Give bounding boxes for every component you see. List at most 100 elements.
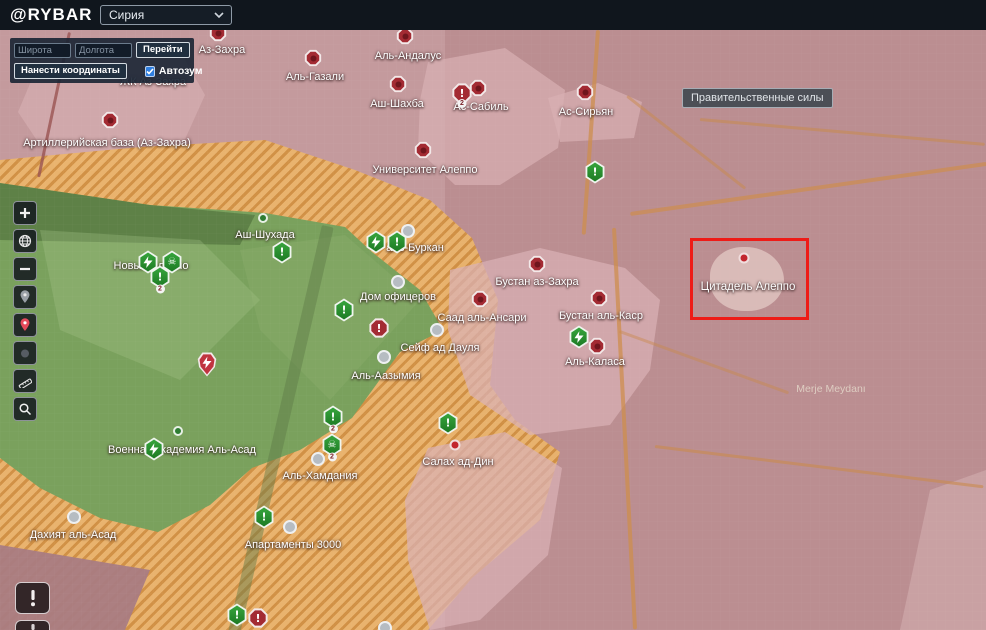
red-octagon-marker[interactable] (415, 142, 432, 159)
region-select-value: Сирия (109, 8, 144, 22)
map-label: Merje Meydanı (796, 383, 865, 395)
road-northeast (700, 118, 985, 146)
road-southeast (655, 445, 984, 488)
red-dot-marker[interactable] (450, 440, 461, 451)
road-minor (619, 330, 789, 394)
red-octagon-marker[interactable] (305, 50, 322, 67)
red-octagon-marker[interactable] (390, 76, 407, 93)
green-alert-marker[interactable]: ! (585, 161, 606, 184)
neutral-marker[interactable] (430, 323, 444, 337)
red-octagon-marker[interactable] (529, 256, 546, 273)
red-octagon-marker[interactable] (577, 84, 594, 101)
road-east-west (630, 162, 986, 216)
neutral-marker[interactable] (378, 621, 392, 630)
map-label: Аш-Шахба (370, 98, 424, 110)
map-pin-red-icon (19, 318, 31, 332)
green-alert-marker[interactable]: !2 (323, 406, 344, 429)
green-strike-marker[interactable] (569, 326, 590, 349)
autozoom-label: Автозум (159, 65, 203, 77)
green-alert-marker[interactable]: ! (227, 604, 248, 627)
layers-button[interactable] (13, 341, 37, 365)
green-dot-marker[interactable] (173, 426, 183, 436)
zoom-in-button[interactable] (13, 201, 37, 225)
globe-icon (18, 234, 32, 248)
minus-icon (18, 262, 32, 276)
cloud-icon (18, 346, 32, 360)
citadel-highlight-rectangle (690, 238, 809, 320)
top-bar: @RYBAR Сирия (0, 0, 986, 30)
green-alert-marker[interactable]: ! (254, 506, 275, 529)
search-icon (18, 402, 32, 416)
zoom-out-button[interactable] (13, 257, 37, 281)
map-label: Военная академия Аль-Асад (108, 444, 256, 456)
neutral-marker[interactable] (391, 275, 405, 289)
region-select[interactable]: Сирия (100, 5, 232, 25)
gray-marker-button[interactable] (13, 285, 37, 309)
map-label: Аль-Андалус (375, 50, 441, 62)
road-diagonal (626, 95, 746, 190)
red-dot-marker[interactable] (739, 253, 750, 264)
map-label: Апартаменты 3000 (245, 539, 342, 551)
map-label: Сейф ад Дауля (401, 342, 480, 354)
map-label: Дом офицеров (360, 291, 436, 303)
green-alert-marker[interactable]: ! (334, 299, 355, 322)
map-label: Саад аль-Ансари (438, 312, 527, 324)
red-octagon-marker[interactable] (470, 80, 487, 97)
map-label: Аль-Каласа (565, 356, 625, 368)
neutral-marker[interactable] (67, 510, 81, 524)
ruler-icon (18, 374, 32, 388)
chevron-down-icon (214, 12, 224, 19)
map-toolbar (13, 201, 37, 421)
green-alert-marker[interactable]: ! (438, 412, 459, 435)
map-label: Аль-Аазымия (351, 370, 420, 382)
map-label: Дахият аль-Асад (30, 529, 117, 541)
red-octagon-marker[interactable] (397, 28, 414, 45)
red-octagon-marker[interactable] (589, 338, 606, 355)
neutral-marker[interactable] (311, 452, 325, 466)
measure-button[interactable] (13, 369, 37, 393)
road-main-south (612, 228, 637, 630)
green-alert-marker[interactable]: !2 (150, 266, 171, 289)
green-alert-marker[interactable]: ! (272, 241, 293, 264)
alerts-button[interactable] (15, 582, 50, 614)
go-button[interactable]: Перейти (136, 42, 190, 58)
red-octagon-marker[interactable] (591, 290, 608, 307)
map-canvas[interactable]: Цитадель Алеппо Правительственные силы А… (0, 0, 986, 630)
citadel-label: Цитадель Алеппо (701, 281, 796, 293)
road-main-north (582, 30, 600, 235)
map-label: Бустан аз-Захра (495, 276, 578, 288)
red-alert-marker[interactable]: ! (369, 318, 389, 338)
exclamation-icon (29, 589, 37, 607)
map-label: Салах ад-Дин (422, 456, 493, 468)
neutral-marker[interactable] (283, 520, 297, 534)
exclamation-icon (29, 622, 37, 630)
red-alert-marker[interactable]: ! (248, 608, 268, 628)
globe-button[interactable] (13, 229, 37, 253)
search-button[interactable] (13, 397, 37, 421)
government-forces-tooltip: Правительственные силы (682, 88, 833, 108)
green-dot-marker[interactable] (258, 213, 268, 223)
neutral-marker[interactable] (377, 350, 391, 364)
green-strike-marker[interactable] (366, 231, 387, 254)
green-alert-marker[interactable]: ! (387, 231, 408, 254)
map-label: Ас-Сирьян (559, 106, 613, 118)
green-strike-marker[interactable] (144, 438, 165, 461)
red-octagon-marker[interactable] (472, 291, 489, 308)
red-strike-pin-marker[interactable] (197, 352, 218, 377)
plot-coordinates-button[interactable]: Нанести координаты (14, 63, 127, 79)
road-m5-green (228, 225, 334, 630)
map-pin-gray-icon (19, 290, 31, 304)
red-octagon-marker[interactable] (102, 112, 119, 129)
check-icon (146, 68, 154, 75)
coordinates-panel: Перейти Нанести координаты Автозум (10, 38, 194, 83)
map-label: Аш-Шухада (235, 229, 294, 241)
rybar-map-app: Цитадель Алеппо Правительственные силы А… (0, 0, 986, 630)
map-label: Бустан аль-Каср (559, 310, 643, 322)
latitude-input[interactable] (14, 43, 71, 58)
red-marker-button[interactable] (13, 313, 37, 337)
longitude-input[interactable] (75, 43, 132, 58)
secondary-alerts-button[interactable] (15, 620, 50, 630)
autozoom-checkbox[interactable] (145, 66, 155, 77)
map-label: Аз-Захра (199, 44, 246, 56)
map-label: Аль-Газали (286, 71, 344, 83)
